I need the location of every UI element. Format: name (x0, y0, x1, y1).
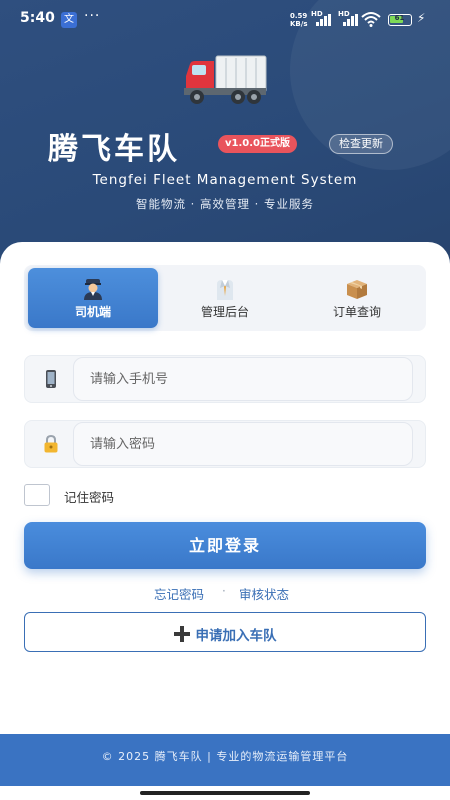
phone-field (24, 355, 426, 403)
join-fleet-label: 申请加入车队 (195, 627, 277, 644)
tab-order-query[interactable]: 订单查询 (292, 268, 422, 328)
signal-icon-2: HD (338, 10, 358, 26)
password-field (24, 420, 426, 468)
manager-icon (217, 280, 233, 300)
hd-label-2: HD (338, 10, 350, 18)
app-subtitle: Tengfei Fleet Management System (92, 172, 358, 188)
phone-icon (46, 370, 56, 388)
phone-input[interactable] (73, 357, 413, 401)
app-notification-icon: 文 (61, 12, 77, 28)
brand-row: 腾飞车队 v1.0.0正式版 检查更新 (0, 124, 450, 167)
tab-management[interactable]: 管理后台 (160, 268, 290, 328)
tab-management-label: 管理后台 (200, 305, 249, 319)
charging-icon: ⚡ (417, 11, 426, 25)
network-speed: 0.59 KB/s (290, 12, 307, 28)
network-speed-value: 0.59 (290, 12, 308, 20)
status-time: 5:40 (20, 10, 55, 26)
remember-label: 记住密码 (64, 490, 115, 505)
tab-order-query-label: 订单查询 (332, 305, 381, 319)
join-fleet-content: 申请加入车队 (173, 623, 277, 644)
signal-icon-1: HD (311, 10, 331, 26)
version-badge: v1.0.0正式版 (218, 135, 297, 153)
plus-icon (173, 625, 190, 642)
remember-checkbox[interactable] (24, 484, 50, 506)
password-input[interactable] (73, 422, 413, 466)
join-fleet-button[interactable]: 申请加入车队 (24, 612, 426, 652)
check-update-button[interactable]: 检查更新 (329, 134, 393, 154)
battery-icon: 61 (388, 14, 412, 26)
wifi-icon (361, 12, 381, 27)
lock-icon (44, 434, 58, 453)
app-slogan: 智能物流 · 高效管理 · 专业服务 (136, 197, 314, 211)
tab-driver-label: 司机端 (74, 305, 111, 319)
driver-icon (84, 279, 102, 300)
home-indicator[interactable] (140, 791, 310, 795)
battery-percent: 61 (394, 14, 405, 22)
status-bar: 5:40 文 ··· 0.59 KB/s HD HD 61 ⚡ (0, 8, 450, 32)
hd-label-1: HD (311, 10, 323, 18)
truck-icon (184, 55, 267, 104)
network-speed-unit: KB/s (290, 20, 308, 28)
link-separator: · (222, 584, 226, 598)
more-notifications-icon: ··· (84, 8, 101, 24)
review-status-link[interactable]: 审核状态 (239, 584, 289, 603)
forgot-password-link[interactable]: 忘记密码 (154, 584, 204, 603)
tab-driver[interactable]: 司机端 (28, 268, 158, 328)
footer: © 2025 腾飞车队 | 专业的物流运输管理平台 (0, 734, 450, 786)
auxiliary-links: 忘记密码 · 审核状态 (0, 584, 450, 602)
package-icon (347, 280, 367, 299)
app-name: 腾飞车队 (48, 132, 180, 167)
role-tabs: 司机端 管理后台 订单查询 (24, 265, 426, 331)
login-button[interactable]: 立即登录 (24, 522, 426, 569)
